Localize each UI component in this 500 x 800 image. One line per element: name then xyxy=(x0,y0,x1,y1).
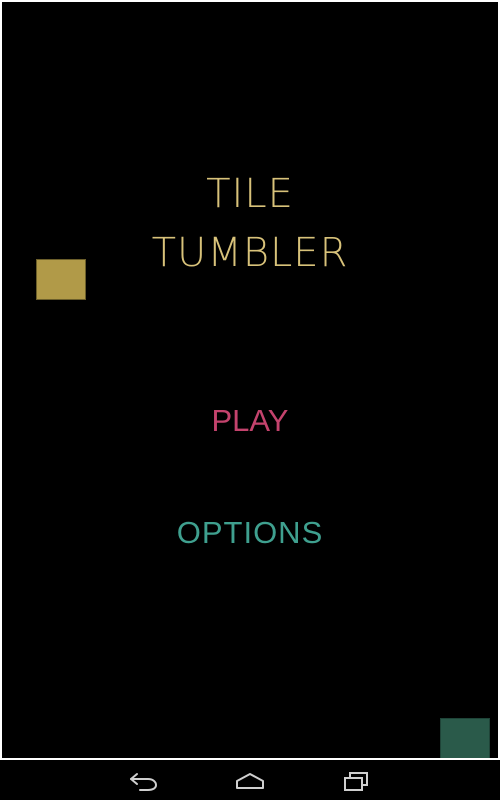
gold-tile xyxy=(36,259,86,300)
play-button[interactable]: PLAY xyxy=(2,405,498,436)
home-icon xyxy=(236,773,264,789)
recents-button[interactable] xyxy=(336,768,376,794)
game-title-line-1: TILE xyxy=(206,171,294,217)
device-frame: TILE TUMBLER PLAY OPTIONS xyxy=(0,0,500,800)
back-icon xyxy=(130,773,158,791)
back-button[interactable] xyxy=(124,768,164,794)
teal-tile xyxy=(440,718,490,758)
game-screen: TILE TUMBLER PLAY OPTIONS xyxy=(0,0,500,760)
home-button[interactable] xyxy=(230,768,270,794)
options-button[interactable]: OPTIONS xyxy=(2,517,498,548)
system-navigation-bar xyxy=(0,760,500,800)
recents-icon xyxy=(344,772,368,791)
